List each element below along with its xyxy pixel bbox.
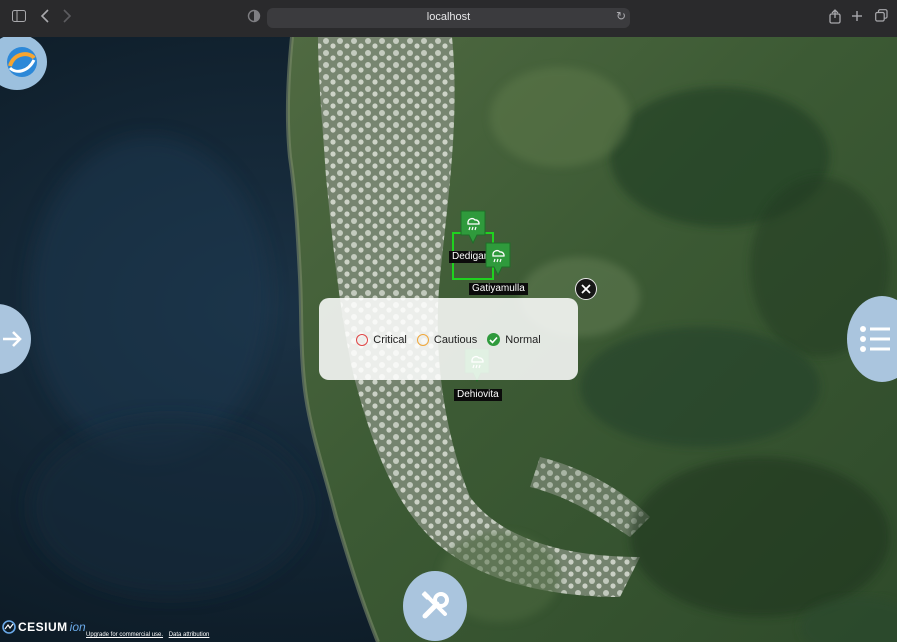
address-bar[interactable]: localhost ↻ (247, 8, 630, 28)
reload-icon[interactable]: ↻ (616, 9, 626, 23)
marker-label: Gatiyamulla (469, 283, 528, 295)
privacy-shield-icon (247, 9, 265, 27)
legend-label: Cautious (433, 333, 478, 346)
critical-ring-icon (356, 333, 369, 346)
sidebar-icon[interactable] (10, 9, 28, 27)
weather-station-icon (485, 242, 511, 277)
cesium-credit[interactable]: CESIUM ion (2, 620, 86, 634)
arrow-right-icon (3, 331, 22, 347)
marker-label: Dehiovita (454, 389, 502, 401)
app-logo-icon (7, 47, 37, 77)
chevron-left-icon[interactable] (36, 9, 54, 27)
list-icon (860, 326, 890, 352)
legend-item-normal: Normal (487, 333, 541, 346)
cautious-ring-icon (416, 333, 429, 346)
close-legend-button[interactable] (575, 278, 597, 300)
status-legend-dialog: Critical Cautious Normal (319, 298, 578, 380)
weather-station-icon (460, 210, 486, 245)
cesium-brand: CESIUM (18, 620, 68, 634)
address-url: localhost (426, 11, 471, 23)
map-viewport[interactable]: Dedigan Gatiyamulla Dehiovita Critical C… (0, 37, 897, 642)
credits-links: Upgrade for commercial use. Data attribu… (86, 632, 213, 638)
tools-button[interactable] (403, 571, 467, 641)
legend-label: Normal (505, 333, 541, 346)
share-icon[interactable] (826, 9, 844, 27)
plus-icon[interactable] (848, 9, 866, 27)
data-attribution-link[interactable]: Data attribution (169, 632, 210, 638)
legend-items: Critical Cautious Normal (319, 333, 578, 346)
browser-toolbar: localhost ↻ (0, 0, 897, 37)
marker-gatiyamulla[interactable] (484, 241, 512, 277)
chevron-right-icon[interactable] (58, 9, 76, 27)
legend-item-critical: Critical (356, 333, 407, 346)
close-icon (581, 284, 591, 294)
upgrade-link[interactable]: Upgrade for commercial use. (86, 632, 163, 638)
cesium-logo-icon (2, 620, 16, 634)
cesium-ion-text: ion (69, 620, 86, 634)
tools-icon (421, 591, 449, 619)
tabs-overview-icon[interactable] (872, 9, 890, 27)
legend-label: Critical (373, 333, 407, 346)
normal-check-icon (487, 333, 501, 346)
marker-dedigan[interactable] (459, 209, 487, 245)
legend-item-cautious: Cautious (416, 333, 478, 346)
